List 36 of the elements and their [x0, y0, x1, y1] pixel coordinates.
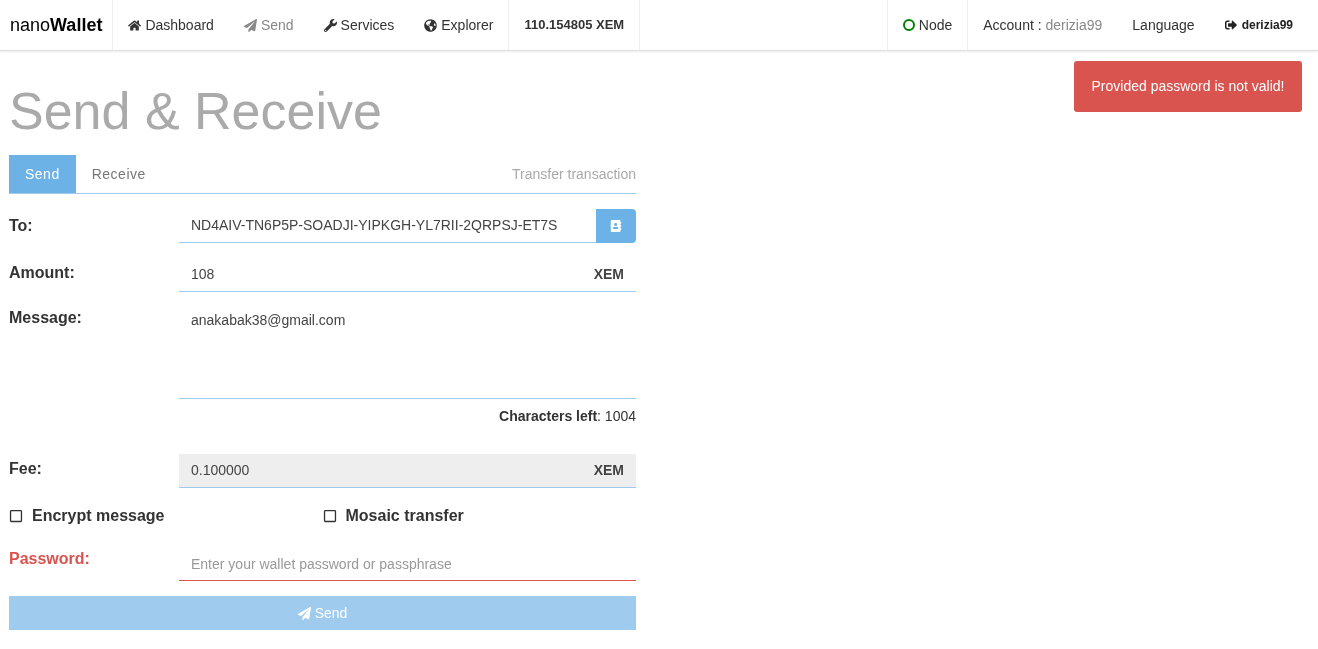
checkbox-option[interactable]: Encrypt message	[9, 504, 323, 528]
fee-field: 0.100000 XEM	[179, 454, 636, 488]
page-title: Send & Receive	[9, 81, 383, 142]
characters-left-text: Characters left: 1004	[499, 407, 636, 426]
globe-icon	[424, 18, 438, 32]
nav-link[interactable]: Services	[308, 0, 410, 50]
password-field[interactable]: Enter your wallet password or passphrase	[179, 547, 636, 581]
field-label: Amount:	[9, 263, 76, 283]
wrench-icon	[323, 18, 337, 32]
account-link[interactable]: Account : derizia99	[968, 0, 1118, 50]
logout-icon	[1224, 19, 1237, 31]
tabs-caption: Transfer transaction	[512, 164, 636, 184]
node-link[interactable]: Node	[886, 0, 969, 50]
amount-field[interactable]: 108 XEM	[179, 258, 636, 292]
checkbox-icon[interactable]	[9, 509, 23, 523]
nav-link[interactable]: Dashboard	[113, 0, 229, 50]
tab[interactable]: Receive	[75, 155, 162, 193]
address-book-icon	[610, 220, 622, 232]
nav-link[interactable]: Send	[228, 0, 309, 50]
home-icon	[128, 18, 142, 32]
field-label: Fee:	[9, 459, 43, 479]
field-label: Password:	[9, 549, 91, 569]
field-label: To:	[9, 216, 34, 236]
nav-link[interactable]: Explorer	[409, 0, 509, 50]
error-alert: Provided password is not valid!	[1074, 61, 1302, 112]
paper-plane-icon	[243, 18, 257, 32]
checkbox-option[interactable]: Mosaic transfer	[322, 504, 636, 528]
language-link[interactable]: Language	[1117, 0, 1210, 50]
recipient-field[interactable]: ND4AIV-TN6P5P-SOADJI-YIPKGH-YL7RII-2QRPSJ-ET7S	[179, 209, 596, 243]
message-field[interactable]: anakabak38@gmail.com	[179, 305, 636, 399]
logout-link[interactable]: derizia99	[1209, 0, 1318, 50]
checkbox-icon[interactable]	[322, 509, 337, 523]
balance-text: 110.154805 XEM	[524, 16, 625, 35]
field-label: Message:	[9, 308, 83, 328]
brand-logo[interactable]: nanoWallet	[10, 11, 103, 39]
paper-plane-icon	[297, 606, 311, 620]
